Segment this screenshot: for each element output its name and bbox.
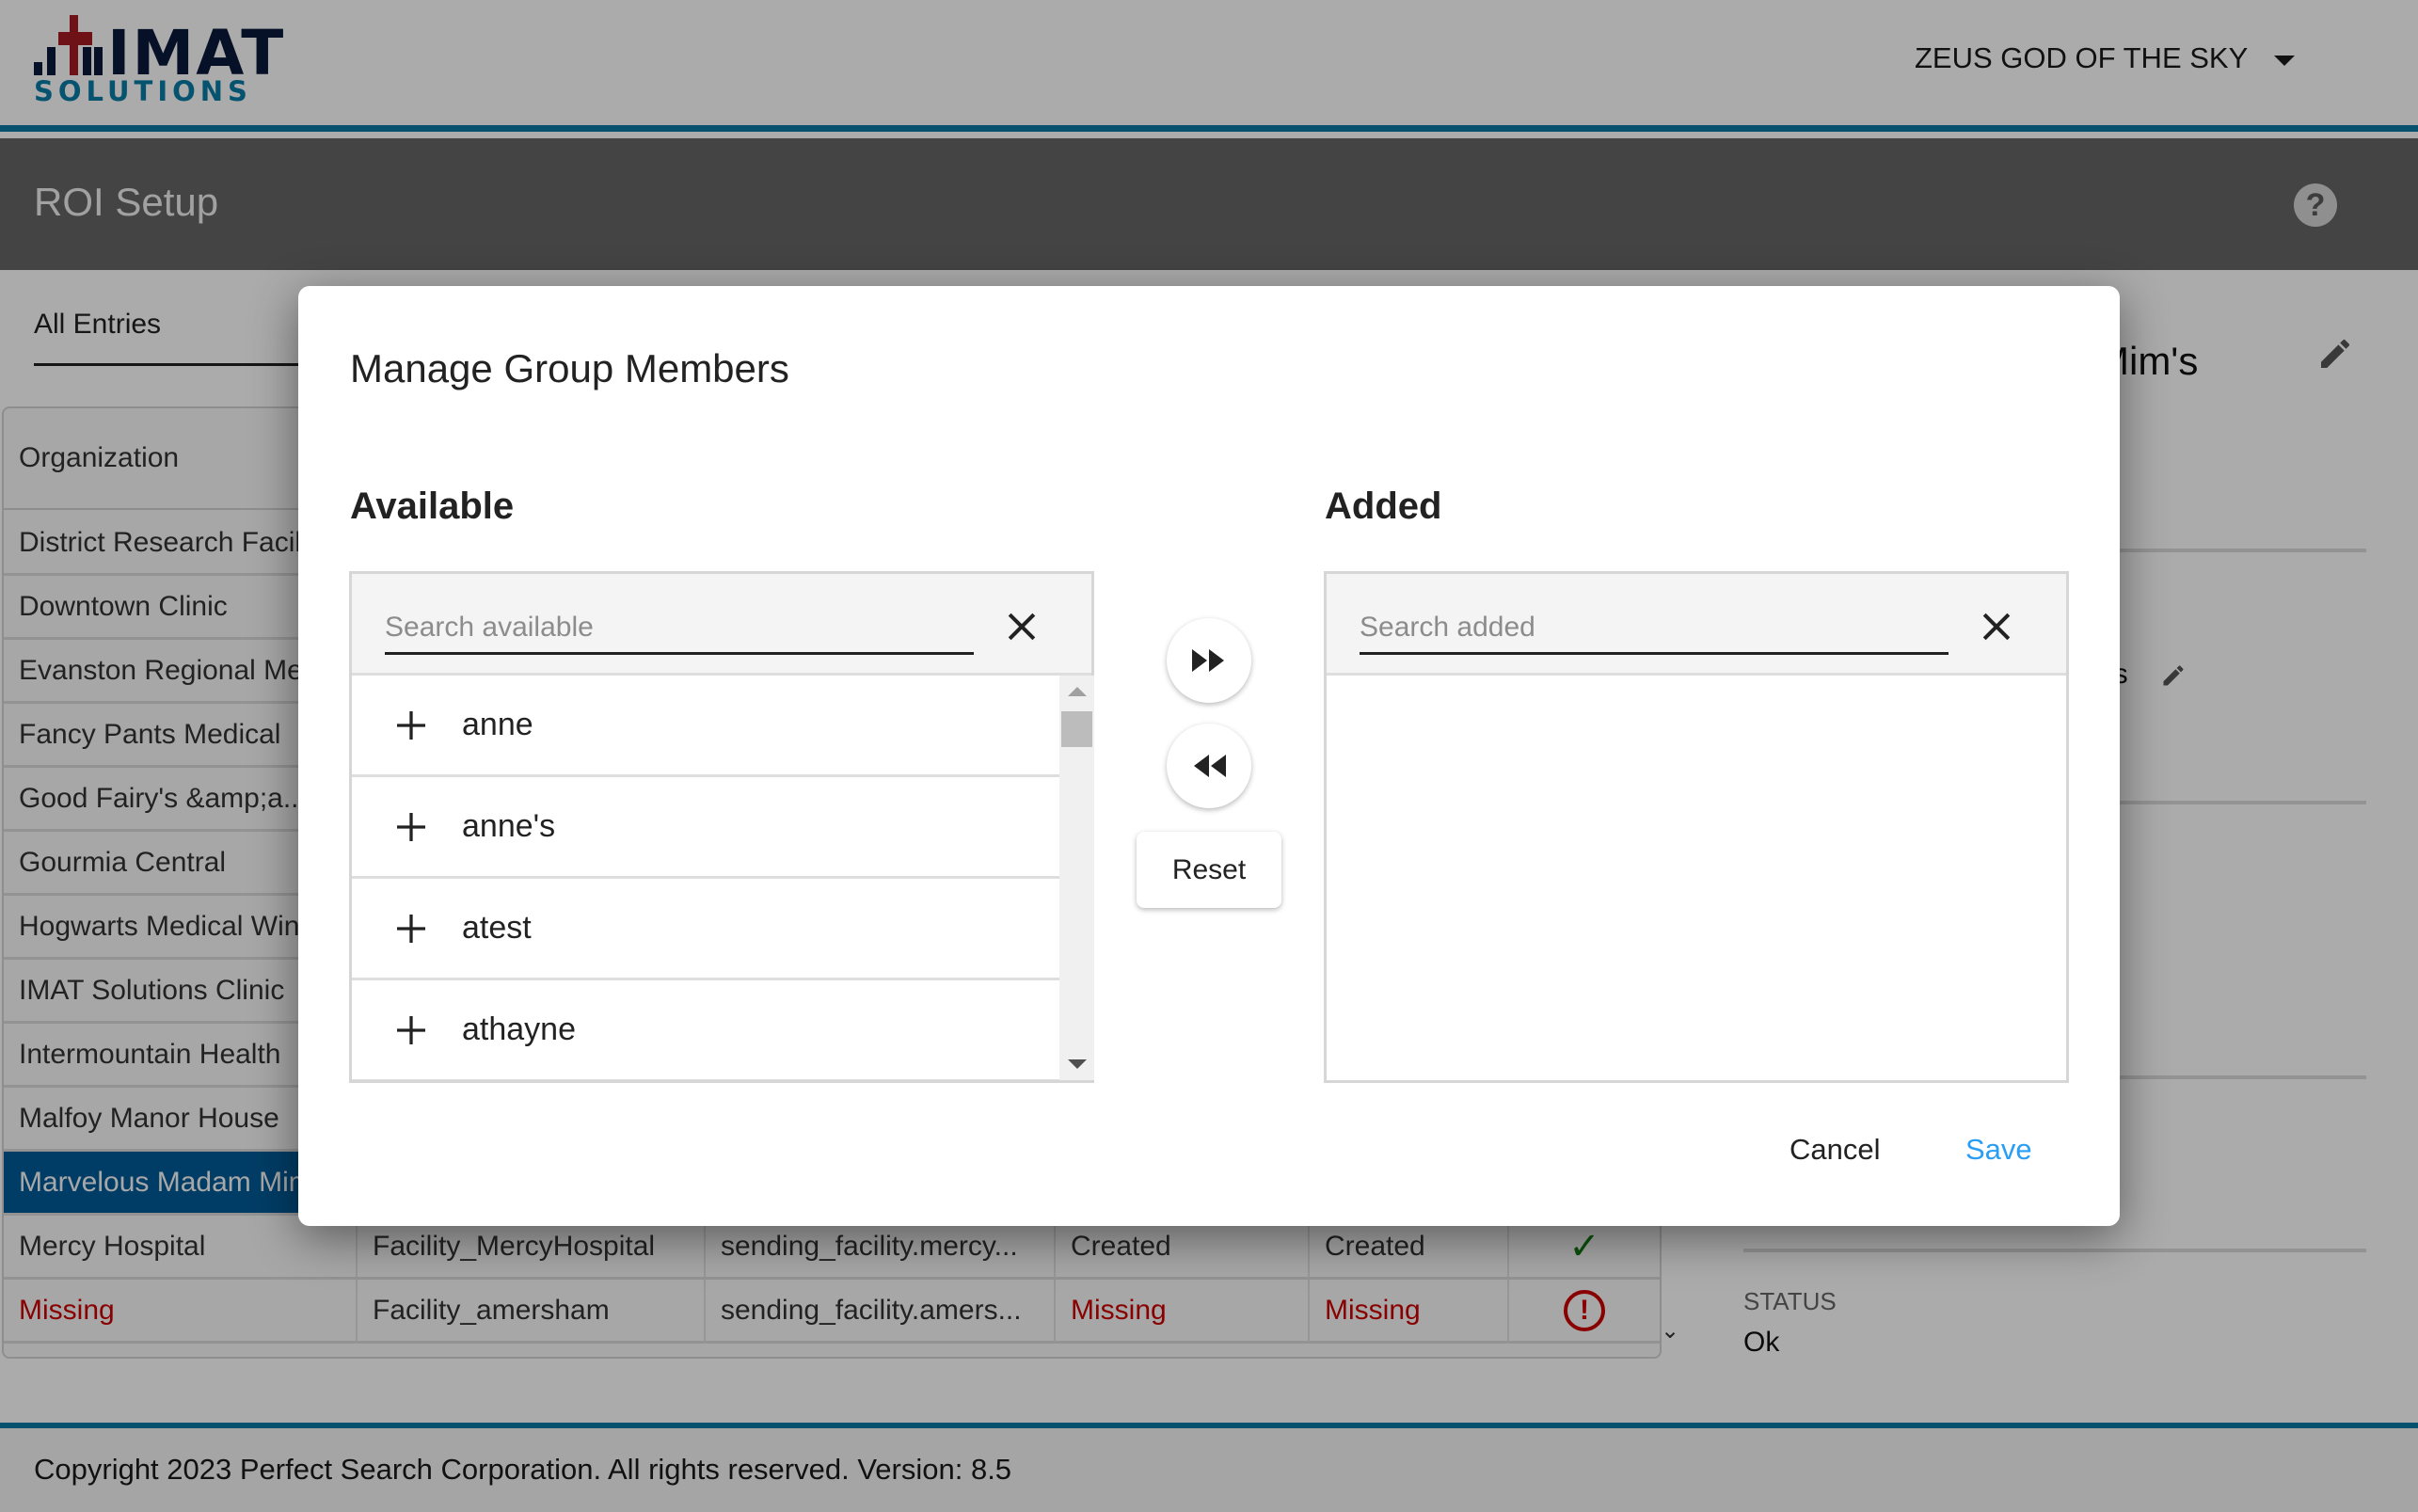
reset-button[interactable]: Reset — [1137, 832, 1281, 908]
list-item-label: anne's — [462, 808, 556, 844]
plus-icon[interactable] — [394, 912, 428, 946]
scroll-up-arrow-icon[interactable] — [1068, 687, 1087, 696]
list-item[interactable]: anne — [352, 676, 1059, 777]
available-title: Available — [350, 485, 515, 527]
available-panel: anne anne's atest athayne — [349, 571, 1094, 1083]
added-list — [1327, 676, 2034, 1080]
plus-icon[interactable] — [394, 810, 428, 844]
added-title: Added — [1325, 485, 1442, 527]
search-available-input[interactable] — [385, 602, 974, 655]
fast-forward-icon — [1192, 649, 1224, 672]
list-item[interactable]: anne's — [352, 777, 1059, 879]
list-item[interactable]: athayne — [352, 980, 1059, 1080]
list-item[interactable]: atest — [352, 879, 1059, 980]
scroll-down-arrow-icon[interactable] — [1068, 1059, 1087, 1069]
plus-icon[interactable] — [394, 708, 428, 742]
added-search-bar — [1327, 574, 2066, 676]
cancel-button[interactable]: Cancel — [1790, 1133, 1881, 1167]
added-panel — [1324, 571, 2069, 1083]
clear-added-search-icon[interactable] — [1976, 606, 2017, 647]
list-item-label: atest — [462, 910, 532, 946]
plus-icon[interactable] — [394, 1013, 428, 1047]
rewind-icon — [1194, 755, 1226, 777]
save-button[interactable]: Save — [1965, 1133, 2032, 1167]
manage-group-members-dialog: Manage Group Members Available anne anne'… — [298, 286, 2120, 1226]
list-item-label: athayne — [462, 1011, 576, 1047]
dialog-title: Manage Group Members — [350, 346, 789, 390]
scroll-thumb[interactable] — [1061, 711, 1092, 747]
available-list: anne anne's atest athayne — [352, 676, 1059, 1080]
list-item-label: anne — [462, 707, 533, 742]
remove-all-button[interactable] — [1167, 724, 1251, 808]
available-list-scrollbar[interactable] — [1059, 676, 1094, 1080]
add-all-button[interactable] — [1167, 618, 1251, 703]
available-search-bar — [352, 574, 1091, 676]
search-added-input[interactable] — [1360, 602, 1949, 655]
clear-available-search-icon[interactable] — [1001, 606, 1042, 647]
